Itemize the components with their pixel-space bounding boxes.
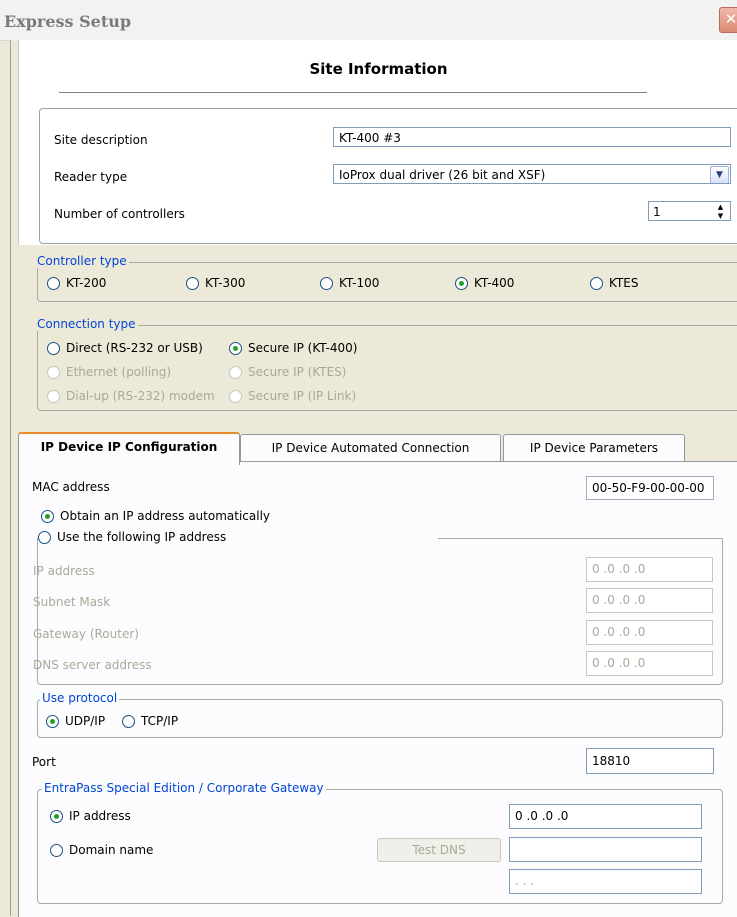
- radio-icon: [320, 276, 333, 290]
- radio-secure-ip-kt400[interactable]: Secure IP (KT-400): [229, 341, 357, 355]
- radio-icon: [590, 276, 603, 290]
- radio-kt-100[interactable]: KT-100: [320, 276, 379, 290]
- close-icon: ✕: [724, 10, 737, 28]
- controllers-value: 1: [653, 205, 661, 219]
- radio-selected-icon: [455, 276, 468, 290]
- spin-up-icon[interactable]: ▲: [712, 203, 729, 212]
- use-protocol-title: Use protocol: [40, 691, 120, 705]
- tab-strip: IP Device IP Configuration IP Device Aut…: [18, 432, 737, 465]
- corporate-gateway-title: EntraPass Special Edition / Corporate Ga…: [42, 781, 326, 795]
- radio-ethernet: Ethernet (polling): [47, 365, 171, 379]
- radio-ktes[interactable]: KTES: [590, 276, 638, 290]
- radio-icon: [47, 341, 60, 355]
- radio-icon: [229, 365, 242, 379]
- dns-server-field: 0 .0 .0 .0: [586, 651, 713, 676]
- window-title: Express Setup: [4, 12, 132, 31]
- controllers-stepper[interactable]: 1 ▲ ▼: [648, 201, 731, 221]
- site-description-label: Site description: [54, 133, 148, 147]
- radio-selected-icon: [46, 714, 59, 728]
- page-title: Site Information: [309, 60, 448, 78]
- mac-address-field: 00-50-F9-00-00-00: [586, 476, 714, 500]
- ip-address-field: 0 .0 .0 .0: [586, 557, 713, 582]
- radio-domain-name[interactable]: Domain name: [50, 843, 153, 857]
- radio-icon: [38, 530, 51, 544]
- radio-secure-ip-link: Secure IP (IP Link): [229, 389, 356, 403]
- reader-type-value: IoProx dual driver (26 bit and XSF): [339, 168, 546, 182]
- radio-selected-icon: [229, 341, 242, 355]
- close-button[interactable]: ✕: [719, 7, 737, 33]
- connection-type-title: Connection type: [37, 317, 138, 331]
- tab-device-parameters[interactable]: IP Device Parameters: [503, 434, 685, 461]
- radio-tcp[interactable]: TCP/IP: [122, 714, 178, 728]
- mac-address-label: MAC address: [32, 480, 110, 494]
- dns-server-label: DNS server address: [33, 658, 152, 672]
- corporate-gateway-group: EntraPass Special Edition / Corporate Ga…: [37, 781, 723, 904]
- domain-name-input[interactable]: [509, 837, 702, 862]
- connection-type-group: Connection type Direct (RS-232 or USB) S…: [37, 317, 737, 411]
- radio-direct[interactable]: Direct (RS-232 or USB): [47, 341, 203, 355]
- resolved-ip-field: . . .: [509, 869, 702, 894]
- group-top-border: [438, 538, 722, 539]
- radio-icon: [50, 843, 63, 857]
- site-description-input[interactable]: KT-400 #3: [333, 127, 731, 147]
- gateway-ip-input[interactable]: 0 .0 .0 .0: [509, 804, 702, 829]
- subnet-mask-label: Subnet Mask: [33, 595, 111, 609]
- radio-udp[interactable]: UDP/IP: [46, 714, 105, 728]
- radio-secure-ip-ktes: Secure IP (KTES): [229, 365, 347, 379]
- gateway-field: 0 .0 .0 .0: [586, 620, 713, 645]
- radio-gateway-ip[interactable]: IP address: [50, 809, 131, 823]
- radio-icon: [47, 365, 60, 379]
- gateway-label: Gateway (Router): [33, 627, 139, 641]
- static-ip-group: Use the following IP address IP address …: [33, 530, 723, 685]
- radio-icon: [47, 276, 60, 290]
- port-input[interactable]: 18810: [586, 748, 714, 774]
- radio-icon: [122, 714, 135, 728]
- radio-kt-200[interactable]: KT-200: [47, 276, 106, 290]
- radio-obtain-auto[interactable]: Obtain an IP address automatically: [41, 509, 270, 523]
- spin-buttons[interactable]: ▲ ▼: [712, 203, 729, 220]
- radio-use-following[interactable]: Use the following IP address: [38, 530, 231, 544]
- radio-icon: [229, 389, 242, 403]
- number-of-controllers-label: Number of controllers: [54, 207, 185, 221]
- tab-automated-connection[interactable]: IP Device Automated Connection: [240, 434, 501, 461]
- test-dns-button[interactable]: Test DNS: [377, 838, 501, 862]
- tab-panel: MAC address 00-50-F9-00-00-00 Obtain an …: [18, 461, 737, 917]
- reader-type-label: Reader type: [54, 170, 128, 184]
- radio-kt-400[interactable]: KT-400: [455, 276, 514, 290]
- controller-type-group: Controller type KT-200 KT-300 KT-100 KT-…: [37, 254, 737, 302]
- ip-address-label: IP address: [33, 564, 95, 578]
- use-protocol-group: Use protocol UDP/IP TCP/IP: [37, 691, 723, 738]
- radio-selected-icon: [50, 809, 63, 823]
- port-label: Port: [32, 755, 56, 769]
- radio-icon: [186, 276, 199, 290]
- site-information-panel: Site Information Site description KT-400…: [18, 40, 737, 245]
- radio-dialup: Dial-up (RS-232) modem: [47, 389, 215, 403]
- radio-icon: [47, 389, 60, 403]
- tab-ip-configuration[interactable]: IP Device IP Configuration: [18, 432, 240, 465]
- heading-divider: [59, 92, 647, 93]
- chevron-down-icon[interactable]: ▼: [710, 166, 729, 183]
- radio-selected-icon: [41, 509, 54, 523]
- reader-type-select[interactable]: IoProx dual driver (26 bit and XSF) ▼: [333, 164, 731, 184]
- title-bar: Express Setup ✕: [0, 0, 737, 41]
- site-fields-box: Site description KT-400 #3 Reader type I…: [39, 108, 737, 244]
- spin-down-icon[interactable]: ▼: [712, 212, 729, 220]
- subnet-mask-field: 0 .0 .0 .0: [586, 588, 713, 613]
- radio-kt-300[interactable]: KT-300: [186, 276, 245, 290]
- controller-type-title: Controller type: [37, 254, 129, 268]
